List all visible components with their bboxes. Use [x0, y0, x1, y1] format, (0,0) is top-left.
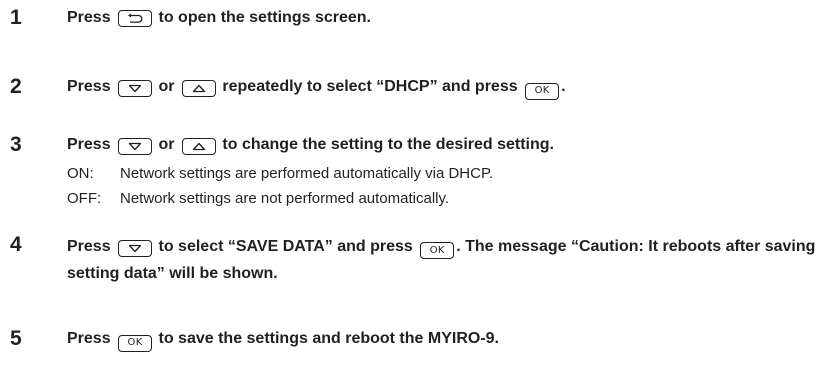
step-text: Press or to change the setting to the de…: [67, 136, 554, 155]
step-text: Press to open the settings screen.: [67, 9, 371, 27]
down-triangle-icon: [128, 84, 142, 93]
up-key: [181, 80, 216, 97]
up-key: [181, 138, 216, 155]
option-desc: Network settings are performed automatic…: [120, 165, 494, 182]
option-term: OFF:: [67, 190, 102, 207]
step-number: 5: [10, 327, 22, 350]
option-desc: Network settings are not performed autom…: [120, 190, 450, 207]
step-text: Press OK to save the settings and reboot…: [67, 327, 825, 352]
step-text: Press or repeatedly to select “DHCP” and…: [67, 75, 825, 100]
option-on: ON: Network settings are performed automa…: [67, 164, 493, 184]
down-key: [118, 138, 153, 155]
return-arrow-icon: [128, 13, 143, 23]
down-key: [118, 80, 153, 97]
step-number: 1: [10, 6, 22, 29]
step-number: 4: [10, 233, 22, 256]
option-term: ON:: [67, 165, 94, 182]
ok-key: OK: [420, 242, 455, 259]
up-triangle-icon: [192, 84, 206, 93]
step-number: 2: [10, 75, 22, 98]
ok-key: OK: [118, 334, 153, 352]
step-number: 3: [10, 133, 22, 156]
up-triangle-icon: [192, 142, 206, 151]
back-key: [118, 10, 153, 27]
option-off: OFF: Network settings are not performed a…: [67, 189, 449, 209]
down-triangle-icon: [128, 244, 142, 253]
step-text: Press to select “SAVE DATA” and press OK…: [67, 238, 816, 282]
ok-key: OK: [525, 82, 560, 100]
down-triangle-icon: [128, 142, 142, 151]
down-key: [118, 240, 153, 257]
